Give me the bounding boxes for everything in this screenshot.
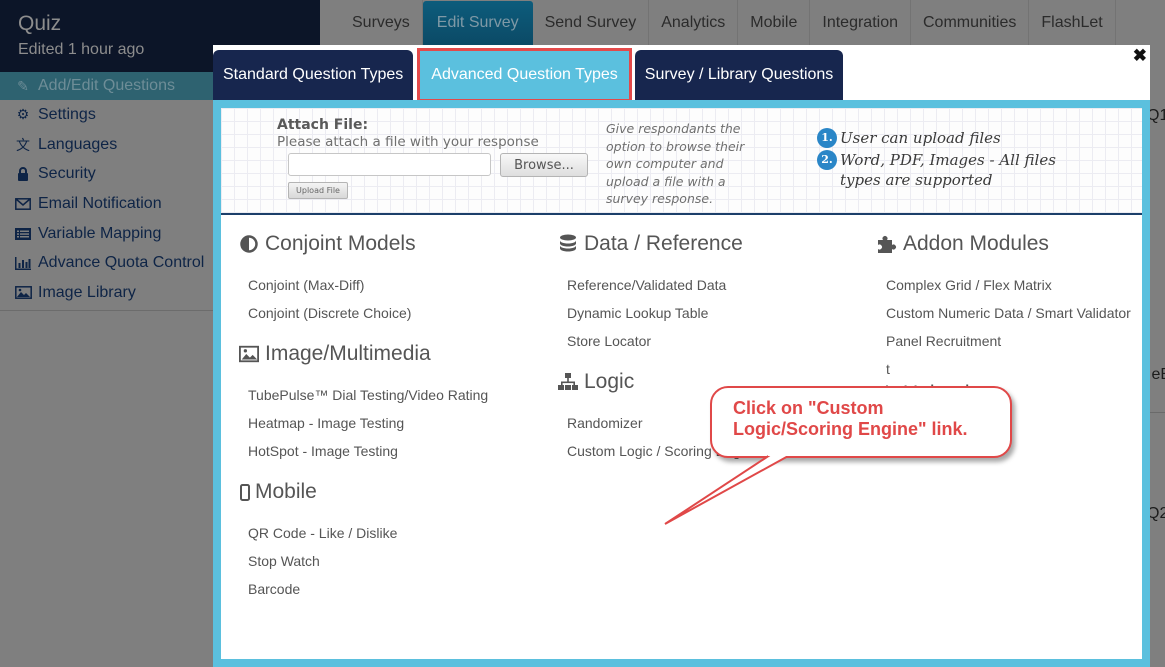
preview-subtitle: Please attach a file with your response bbox=[277, 134, 539, 150]
adjust-icon bbox=[239, 234, 259, 254]
sidebar: ✎ Add/Edit Questions ⚙ Settings 文 Langua… bbox=[0, 72, 213, 311]
callout-text: Click on "Custom Logic/Scoring Engine" l… bbox=[733, 398, 968, 439]
group-mobile: Mobile QR Code - Like / Dislike Stop Wat… bbox=[239, 479, 488, 603]
puzzle-icon bbox=[877, 234, 897, 254]
instruction-callout: Click on "Custom Logic/Scoring Engine" l… bbox=[664, 386, 1016, 525]
nav-send-survey[interactable]: Send Survey bbox=[533, 0, 650, 45]
tab-panel: Attach File: Please attach a file with y… bbox=[213, 100, 1150, 667]
background-divider bbox=[1150, 412, 1165, 413]
tab-standard-question-types[interactable]: Standard Question Types bbox=[213, 50, 414, 100]
sidebar-divider bbox=[0, 309, 213, 311]
tab-advanced-question-types[interactable]: Advanced Question Types bbox=[417, 48, 632, 102]
link-dynamic-lookup-table[interactable]: Dynamic Lookup Table bbox=[567, 299, 759, 327]
link-complex-grid[interactable]: Complex Grid / Flex Matrix bbox=[886, 271, 1131, 299]
tab-survey-library-questions[interactable]: Survey / Library Questions bbox=[634, 50, 844, 100]
modal-tabs: Standard Question Types Advanced Questio… bbox=[213, 48, 847, 102]
link-tubepulse[interactable]: TubePulse™ Dial Testing/Video Rating bbox=[248, 381, 488, 409]
group-heading: Data / Reference bbox=[558, 231, 759, 257]
sidebar-item-variable-mapping[interactable]: Variable Mapping bbox=[0, 219, 213, 249]
database-icon bbox=[558, 234, 578, 254]
sitemap-icon bbox=[558, 372, 578, 392]
question-types-modal: ✖ Standard Question Types Advanced Quest… bbox=[213, 45, 1150, 667]
nav-edit-survey[interactable]: Edit Survey bbox=[422, 1, 533, 45]
link-hidden-item[interactable]: t bbox=[886, 355, 1131, 383]
close-icon[interactable]: ✖ bbox=[1133, 46, 1147, 66]
sidebar-item-security[interactable]: Security bbox=[0, 159, 213, 189]
link-conjoint-max-diff[interactable]: Conjoint (Max-Diff) bbox=[248, 271, 488, 299]
lock-icon bbox=[12, 167, 34, 182]
link-barcode[interactable]: Barcode bbox=[248, 575, 488, 603]
sidebar-item-label: Variable Mapping bbox=[38, 224, 162, 242]
link-reference-validated-data[interactable]: Reference/Validated Data bbox=[567, 271, 759, 299]
survey-title: Quiz bbox=[18, 12, 62, 35]
link-stop-watch[interactable]: Stop Watch bbox=[248, 547, 488, 575]
nav-mobile[interactable]: Mobile bbox=[738, 0, 811, 45]
preview-note: 1. User can upload files bbox=[817, 128, 1090, 148]
link-qr-code[interactable]: QR Code - Like / Dislike bbox=[248, 519, 488, 547]
sidebar-item-label: Email Notification bbox=[38, 194, 162, 212]
image-icon bbox=[12, 286, 34, 300]
gears-icon: ⚙ bbox=[16, 106, 30, 123]
preview-file-input bbox=[288, 153, 491, 176]
link-hotspot[interactable]: HotSpot - Image Testing bbox=[248, 437, 488, 465]
preview-browse-button: Browse... bbox=[500, 153, 588, 177]
sidebar-item-label: Languages bbox=[38, 135, 118, 153]
sidebar-item-image-library[interactable]: Image Library bbox=[0, 278, 213, 308]
sidebar-item-languages[interactable]: 文 Languages bbox=[0, 130, 213, 160]
envelope-icon bbox=[12, 197, 34, 210]
preview-description: Give respondants the option to browse th… bbox=[606, 121, 745, 206]
sidebar-item-add-edit-questions[interactable]: ✎ Add/Edit Questions bbox=[0, 72, 213, 100]
preview-upload-button: Upload File bbox=[288, 182, 348, 199]
top-nav: Surveys Edit Survey Send Survey Analytic… bbox=[320, 0, 1165, 45]
nav-surveys[interactable]: Surveys bbox=[340, 0, 423, 45]
survey-edited-status: Edited 1 hour ago bbox=[18, 41, 145, 58]
nav-flashlet[interactable]: FlashLet bbox=[1029, 0, 1116, 45]
number-badge-icon: 1. bbox=[817, 128, 837, 148]
group-heading: Mobile bbox=[239, 479, 488, 505]
link-panel-recruitment[interactable]: Panel Recruitment bbox=[886, 327, 1131, 355]
picture-icon bbox=[239, 344, 259, 364]
link-store-locator[interactable]: Store Locator bbox=[567, 327, 759, 355]
number-badge-icon: 2. bbox=[817, 150, 837, 170]
group-image-multimedia: Image/Multimedia TubePulse™ Dial Testing… bbox=[239, 341, 488, 465]
nav-integration[interactable]: Integration bbox=[810, 0, 911, 45]
preview-note: 2. Word, PDF, Images - All files types a… bbox=[817, 150, 1090, 190]
nav-communities[interactable]: Communities bbox=[911, 0, 1030, 45]
group-conjoint-models: Conjoint Models Conjoint (Max-Diff) Conj… bbox=[239, 231, 488, 327]
edit-icon: ✎ bbox=[17, 77, 29, 94]
group-heading: Image/Multimedia bbox=[239, 341, 488, 367]
sidebar-item-label: Advance Quota Control bbox=[38, 254, 205, 272]
tab-content: Attach File: Please attach a file with y… bbox=[221, 108, 1142, 659]
language-icon: 文 bbox=[16, 136, 30, 153]
question-preview-banner: Attach File: Please attach a file with y… bbox=[221, 108, 1142, 215]
sidebar-item-label: Add/Edit Questions bbox=[38, 77, 175, 94]
nav-analytics[interactable]: Analytics bbox=[649, 0, 739, 45]
group-heading: Conjoint Models bbox=[239, 231, 488, 257]
sidebar-item-label: Settings bbox=[38, 105, 96, 123]
group-data-reference: Data / Reference Reference/Validated Dat… bbox=[558, 231, 759, 355]
mobile-icon bbox=[239, 482, 251, 502]
preview-notes: 1. User can upload files 2. Word, PDF, I… bbox=[817, 128, 1090, 192]
question-column: Conjoint Models Conjoint (Max-Diff) Conj… bbox=[239, 231, 488, 617]
sidebar-item-label: Image Library bbox=[38, 283, 136, 301]
sidebar-item-email-notification[interactable]: Email Notification bbox=[0, 189, 213, 219]
group-heading: Addon Modules bbox=[877, 231, 1131, 257]
link-heatmap[interactable]: Heatmap - Image Testing bbox=[248, 409, 488, 437]
link-custom-numeric-data[interactable]: Custom Numeric Data / Smart Validator bbox=[886, 299, 1131, 327]
sidebar-item-settings[interactable]: ⚙ Settings bbox=[0, 100, 213, 130]
preview-title: Attach File: bbox=[277, 117, 369, 133]
sidebar-item-advance-quota-control[interactable]: Advance Quota Control bbox=[0, 248, 213, 278]
bar-chart-icon bbox=[12, 256, 34, 270]
sidebar-item-label: Security bbox=[38, 165, 96, 183]
link-conjoint-discrete-choice[interactable]: Conjoint (Discrete Choice) bbox=[248, 299, 488, 327]
list-icon bbox=[12, 227, 34, 240]
group-addon-modules: Addon Modules Complex Grid / Flex Matrix… bbox=[877, 231, 1131, 383]
